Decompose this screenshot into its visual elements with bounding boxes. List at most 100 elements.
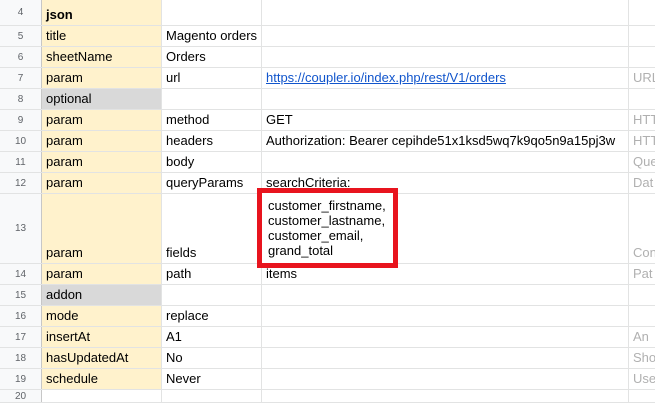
cell-col-b[interactable]: fields [162, 194, 262, 263]
row-number[interactable]: 14 [0, 264, 42, 284]
cell-col-d[interactable]: Use [629, 369, 655, 389]
cell-col-b[interactable] [162, 390, 262, 402]
row-number[interactable]: 6 [0, 47, 42, 67]
table-row: 11 param body Que [0, 152, 655, 173]
cell-col-c[interactable]: Authorization: Bearer cepihde51x1ksd5wq7… [262, 131, 629, 151]
field-line: customer_lastname, [268, 213, 386, 228]
table-row: 15 addon [0, 285, 655, 306]
table-row: 10 param headers Authorization: Bearer cepi… [0, 131, 655, 152]
row-number[interactable]: 16 [0, 306, 42, 326]
cell-col-a[interactable]: param [42, 68, 162, 88]
cell-col-a[interactable]: addon [42, 285, 162, 305]
cell-col-b[interactable]: headers [162, 131, 262, 151]
row-number[interactable]: 7 [0, 68, 42, 88]
cell-col-a[interactable]: param [42, 194, 162, 263]
cell-col-a[interactable]: param [42, 173, 162, 193]
cell-col-b[interactable]: Never [162, 369, 262, 389]
fields-highlight-box: customer_firstname, customer_lastname, c… [257, 188, 398, 268]
table-row: 4 json [0, 0, 655, 26]
row-number[interactable]: 5 [0, 26, 42, 46]
cell-col-d[interactable] [629, 285, 655, 305]
cell-col-d[interactable]: Dat [629, 173, 655, 193]
cell-col-d[interactable] [629, 390, 655, 402]
cell-col-a[interactable]: optional [42, 89, 162, 109]
row-number[interactable]: 19 [0, 369, 42, 389]
cell-col-b[interactable]: method [162, 110, 262, 130]
cell-col-a[interactable]: title [42, 26, 162, 46]
table-row: 19 schedule Never Use [0, 369, 655, 390]
cell-col-c[interactable] [262, 306, 629, 326]
cell-col-b[interactable]: Magento orders [162, 26, 262, 46]
row-number[interactable]: 18 [0, 348, 42, 368]
cell-col-c[interactable]: GET [262, 110, 629, 130]
row-number[interactable]: 20 [0, 390, 42, 402]
cell-col-a[interactable]: param [42, 152, 162, 172]
table-row: 18 hasUpdatedAt No Sho [0, 348, 655, 369]
cell-col-b[interactable]: url [162, 68, 262, 88]
cell-col-a[interactable]: hasUpdatedAt [42, 348, 162, 368]
row-number[interactable]: 12 [0, 173, 42, 193]
cell-col-b[interactable] [162, 0, 262, 25]
table-row: 7 param url https://coupler.io/index.php/re… [0, 68, 655, 89]
cell-col-d[interactable] [629, 47, 655, 67]
cell-col-b[interactable]: replace [162, 306, 262, 326]
cell-col-c[interactable] [262, 89, 629, 109]
cell-col-c[interactable] [262, 0, 629, 25]
row-number[interactable]: 10 [0, 131, 42, 151]
table-row: 8 optional [0, 89, 655, 110]
cell-col-a[interactable]: mode [42, 306, 162, 326]
cell-col-d[interactable] [629, 306, 655, 326]
cell-col-d[interactable]: Pat [629, 264, 655, 284]
cell-col-a[interactable]: param [42, 131, 162, 151]
cell-col-b[interactable]: No [162, 348, 262, 368]
cell-col-d[interactable]: An [629, 327, 655, 347]
table-row: 16 mode replace [0, 306, 655, 327]
cell-col-d[interactable]: Sho [629, 348, 655, 368]
cell-col-a[interactable]: param [42, 264, 162, 284]
cell-col-c[interactable] [262, 327, 629, 347]
cell-col-c[interactable] [262, 369, 629, 389]
field-line: customer_firstname, [268, 198, 386, 213]
cell-col-d[interactable] [629, 0, 655, 25]
cell-col-c[interactable] [262, 47, 629, 67]
field-line: customer_email, [268, 228, 364, 243]
cell-col-a[interactable]: schedule [42, 369, 162, 389]
field-line: grand_total [268, 243, 334, 258]
cell-col-a[interactable]: json [42, 0, 162, 25]
table-row: 5 title Magento orders [0, 26, 655, 47]
cell-col-b[interactable] [162, 285, 262, 305]
cell-col-c[interactable] [262, 152, 629, 172]
row-number[interactable]: 15 [0, 285, 42, 305]
cell-col-c[interactable] [262, 26, 629, 46]
cell-col-b[interactable]: Orders [162, 47, 262, 67]
cell-col-b[interactable]: A1 [162, 327, 262, 347]
row-number[interactable]: 4 [0, 0, 42, 25]
cell-col-d[interactable]: HTT [629, 131, 655, 151]
cell-col-b[interactable] [162, 89, 262, 109]
row-number[interactable]: 11 [0, 152, 42, 172]
cell-col-d[interactable]: HTT [629, 110, 655, 130]
table-row: 20 [0, 390, 655, 403]
cell-col-d[interactable]: URL [629, 68, 655, 88]
cell-col-d[interactable]: Con [629, 194, 655, 263]
cell-col-a[interactable]: sheetName [42, 47, 162, 67]
cell-col-d[interactable] [629, 89, 655, 109]
cell-col-b[interactable]: body [162, 152, 262, 172]
table-row: 9 param method GET HTT [0, 110, 655, 131]
row-number[interactable]: 13 [0, 194, 42, 263]
row-number[interactable]: 17 [0, 327, 42, 347]
table-row: 6 sheetName Orders [0, 47, 655, 68]
row-number[interactable]: 8 [0, 89, 42, 109]
cell-col-c[interactable] [262, 390, 629, 402]
cell-col-a[interactable] [42, 390, 162, 402]
cell-col-b[interactable]: queryParams [162, 173, 262, 193]
cell-col-c[interactable] [262, 348, 629, 368]
cell-col-c[interactable] [262, 285, 629, 305]
cell-col-d[interactable] [629, 26, 655, 46]
row-number[interactable]: 9 [0, 110, 42, 130]
cell-col-b[interactable]: path [162, 264, 262, 284]
cell-col-a[interactable]: insertAt [42, 327, 162, 347]
cell-col-a[interactable]: param [42, 110, 162, 130]
cell-col-d[interactable]: Que [629, 152, 655, 172]
cell-col-c[interactable]: https://coupler.io/index.php/rest/V1/ord… [262, 68, 629, 88]
